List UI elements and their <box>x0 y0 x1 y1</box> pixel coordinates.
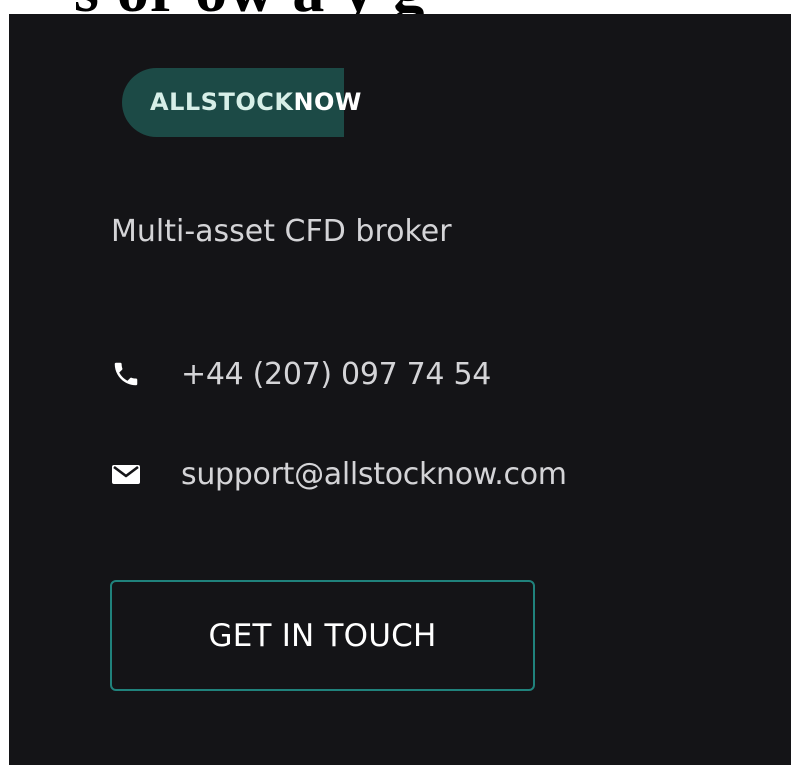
tagline: Multi-asset CFD broker <box>111 214 452 249</box>
get-in-touch-button[interactable]: GET IN TOUCH <box>110 580 535 691</box>
phone-icon <box>111 356 147 392</box>
email-contact[interactable]: support@allstocknow.com <box>111 452 567 496</box>
phone-number-link[interactable]: +44 (207) 097 74 54 <box>181 357 491 392</box>
cropped-heading-strip: s or ow a y g <box>0 0 791 14</box>
email-address-link[interactable]: support@allstocknow.com <box>181 457 567 492</box>
brand-logo[interactable]: ALLSTOCKNOW <box>122 68 362 137</box>
logo-wordmark: ALLSTOCKNOW <box>122 68 362 137</box>
cropped-heading-text: s or ow a y g <box>74 0 425 14</box>
logo-wordmark-part-2: NOW <box>293 88 362 116</box>
envelope-icon <box>111 456 147 492</box>
logo-wordmark-part-1: ALLSTOCK <box>150 88 294 116</box>
phone-contact[interactable]: +44 (207) 097 74 54 <box>111 352 491 396</box>
